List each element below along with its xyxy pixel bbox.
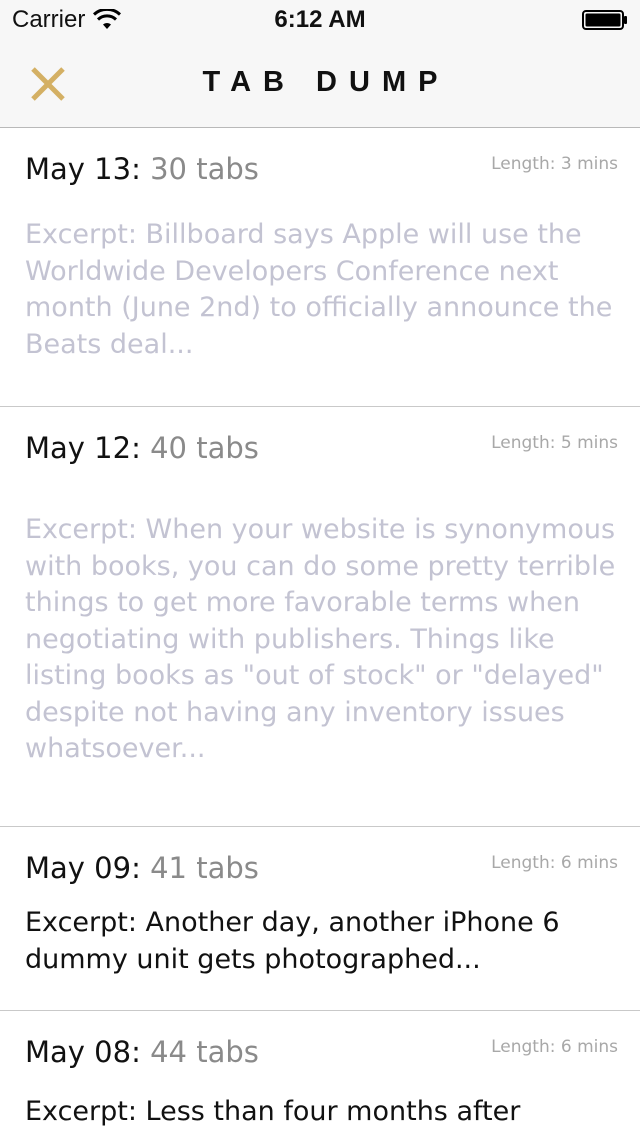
entry-length: Length: 6 mins — [491, 1037, 618, 1057]
entry-excerpt: Excerpt: When your website is synonymous… — [25, 514, 616, 764]
entry-excerpt: Excerpt: Billboard says Apple will use t… — [25, 219, 613, 360]
screen: Carrier 6:12 AM TAB DUMP May 13: 30 tabs — [0, 0, 640, 1136]
entry-tab-count: 30 tabs — [150, 152, 259, 186]
nav-bar: TAB DUMP — [0, 40, 640, 128]
page-title: TAB DUMP — [202, 66, 450, 98]
entry-tab-count: 41 tabs — [150, 851, 259, 885]
entry-title: May 09: 41 tabs — [25, 851, 259, 885]
entry-title: May 12: 40 tabs — [25, 431, 259, 465]
entry-title: May 13: 30 tabs — [25, 152, 259, 186]
tab-dump-list: May 13: 30 tabs Length: 3 mins Excerpt: … — [0, 128, 640, 1136]
entry-date: May 09 — [25, 851, 132, 885]
entry-date: May 13 — [25, 152, 132, 186]
entry-tab-count: 44 tabs — [150, 1035, 259, 1069]
entry-excerpt: Excerpt: Less than four months after — [25, 1096, 521, 1127]
entry-title: May 08: 44 tabs — [25, 1035, 259, 1069]
list-item[interactable]: May 12: 40 tabs Length: 5 mins Excerpt: … — [0, 407, 640, 827]
status-time: 6:12 AM — [274, 6, 366, 33]
entry-length: Length: 6 mins — [491, 853, 618, 873]
list-item[interactable]: May 08: 44 tabs Length: 6 mins Excerpt: … — [0, 1011, 640, 1136]
entry-length: Length: 3 mins — [491, 154, 618, 174]
status-bar: Carrier 6:12 AM — [0, 0, 640, 40]
list-item[interactable]: May 13: 30 tabs Length: 3 mins Excerpt: … — [0, 128, 640, 407]
entry-length: Length: 5 mins — [491, 433, 618, 453]
entry-tab-count: 40 tabs — [150, 431, 259, 465]
battery-icon — [582, 10, 627, 30]
entry-excerpt: Excerpt: Another day, another iPhone 6 d… — [25, 907, 560, 975]
list-item[interactable]: May 09: 41 tabs Length: 6 mins Excerpt: … — [0, 827, 640, 1011]
entry-date: May 12 — [25, 431, 132, 465]
entry-date: May 08 — [25, 1035, 132, 1069]
